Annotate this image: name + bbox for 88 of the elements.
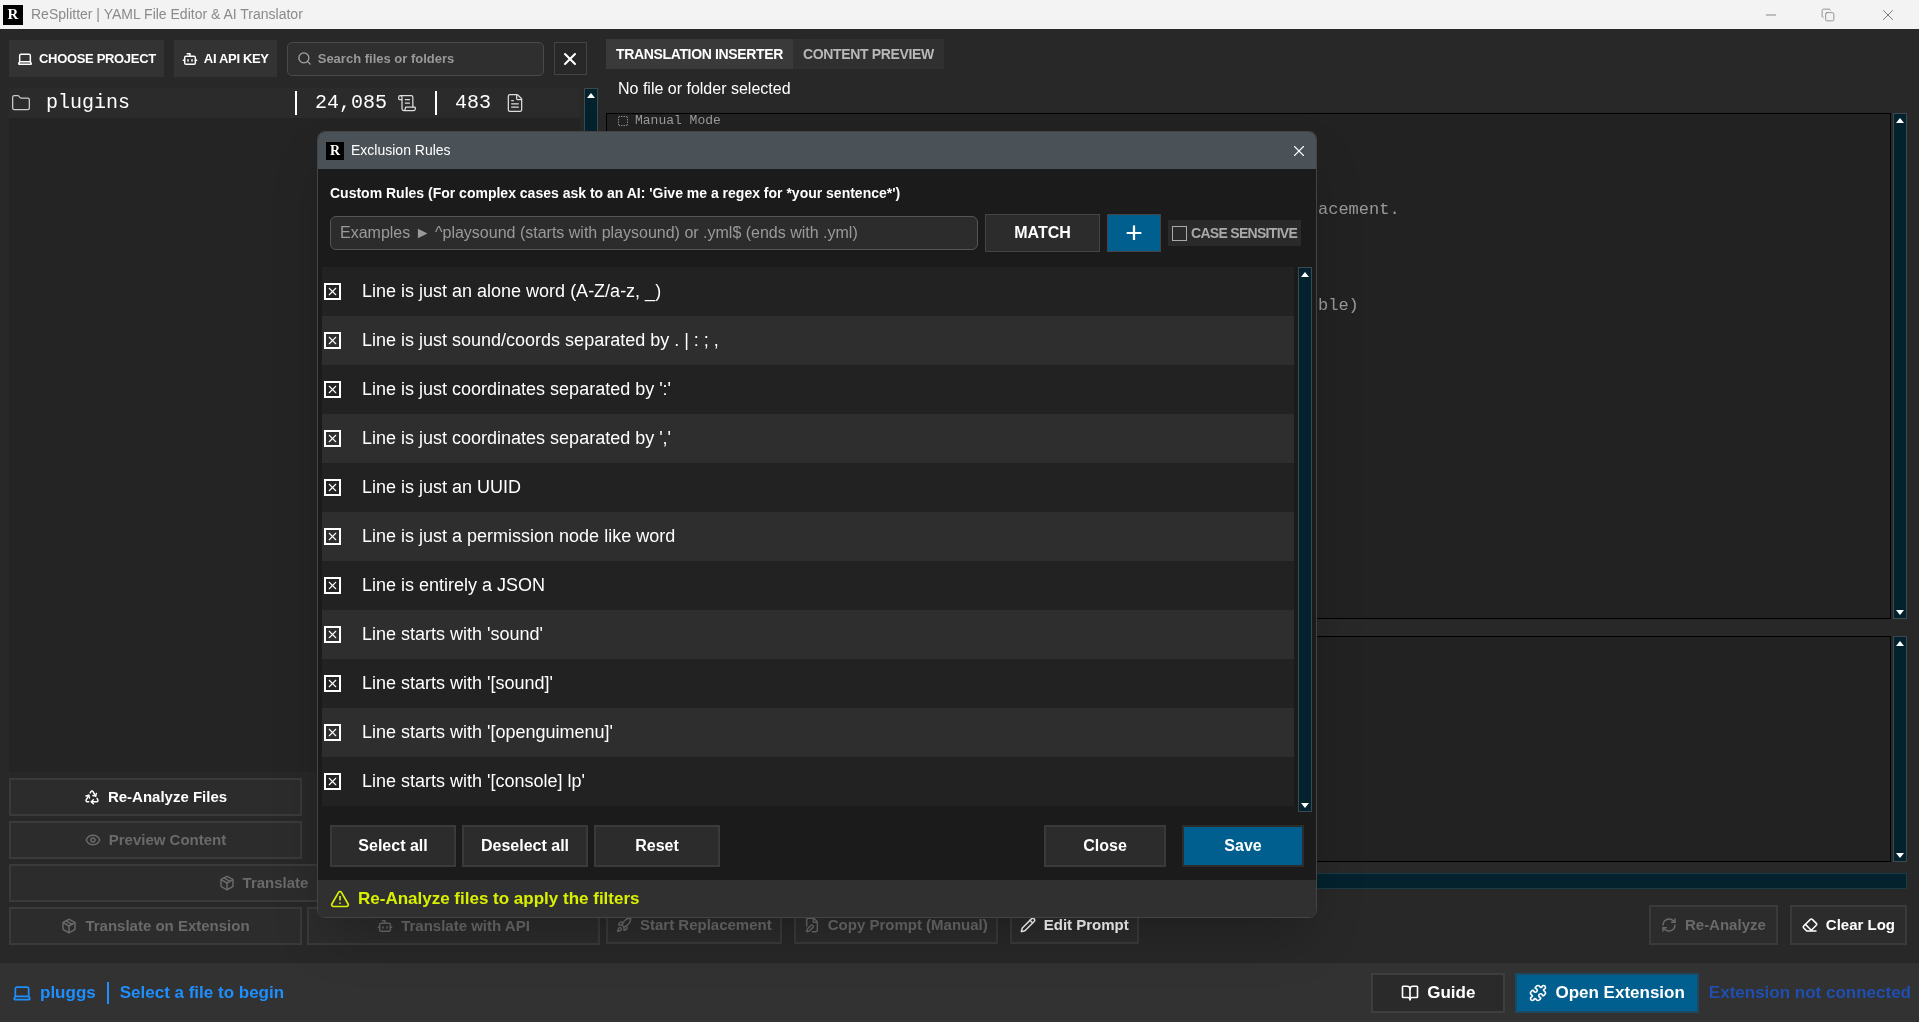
tab[interactable]: TRANSLATION INSERTER	[606, 39, 793, 69]
rule-label: Line starts with 'sound'	[362, 623, 543, 646]
rule-checkbox[interactable]	[324, 283, 341, 300]
rule-label: Line is entirely a JSON	[362, 574, 546, 597]
rule-checkbox[interactable]	[324, 332, 341, 349]
rule-label: Line is just coordinates separated by ','	[362, 427, 672, 450]
robot-icon	[181, 50, 198, 67]
eraser-icon	[1801, 917, 1818, 933]
rule-checkbox[interactable]	[324, 577, 341, 594]
mode-label: Manual Mode	[635, 114, 721, 127]
rule-row[interactable]: Line is just a permission node like word	[322, 512, 1294, 561]
pencil-icon	[1019, 917, 1036, 933]
app-logo: R	[326, 141, 344, 160]
toolbar-button[interactable]: CHOOSE PROJECT	[9, 40, 164, 77]
rule-row[interactable]: Line is just coordinates separated by ':'	[322, 365, 1294, 414]
search-field[interactable]: Search files or folders	[286, 41, 544, 76]
rule-row[interactable]: Line is just coordinates separated by ','	[322, 414, 1294, 463]
rule-row[interactable]: Line starts with '[console] lp'	[322, 757, 1294, 806]
rule-label: Line is just sound/coords separated by . | : ; ,	[362, 329, 719, 352]
folder-icon	[11, 93, 31, 113]
scrollbar[interactable]	[1298, 267, 1312, 812]
rule-label: Line starts with '[console] lp'	[362, 770, 585, 793]
rule-label: Line is just a permission node like word	[362, 525, 676, 548]
book-icon	[1401, 983, 1420, 1002]
rule-row[interactable]: Line is just sound/coords separated by . | : ; ,	[322, 316, 1294, 365]
footer-button[interactable]: Reset	[594, 825, 720, 867]
add-rule-button[interactable]: +	[1107, 214, 1161, 252]
rule-label: Line starts with '[sound]'	[362, 672, 553, 695]
clear-search-button[interactable]	[553, 42, 587, 75]
rule-label: Line starts with '[openguimenu]'	[362, 721, 613, 744]
window-title: ReSplitter | YAML File Editor & AI Translator	[31, 5, 303, 24]
file-pen-icon	[803, 917, 820, 933]
document-icon	[617, 114, 629, 127]
rule-row[interactable]: Line is just an UUID	[322, 463, 1294, 512]
action-button[interactable]: Clear Log	[1789, 905, 1907, 945]
action-button[interactable]: Re-Analyze Files	[9, 778, 302, 816]
rule-checkbox[interactable]	[324, 381, 341, 398]
search-icon	[296, 50, 312, 66]
folder-name: plugins	[46, 90, 130, 116]
rule-label: Line is just an alone word (A-Z/a-z, _)	[362, 280, 662, 304]
scrollbar[interactable]	[1893, 636, 1907, 862]
footer-button[interactable]: Select all	[330, 825, 456, 867]
rule-checkbox[interactable]	[324, 528, 341, 545]
rule-checkbox[interactable]	[324, 479, 341, 496]
rule-row[interactable]: Line starts with '[sound]'	[322, 659, 1294, 708]
pattern-field[interactable]: Examples ► ^playsound (starts with playsound) or .yml$ (ends with .yml)	[330, 216, 978, 250]
tab[interactable]: CONTENT PREVIEW	[792, 39, 944, 69]
rule-checkbox[interactable]	[324, 675, 341, 692]
rule-row[interactable]: Line is just an alone word (A-Z/a-z, _)	[322, 267, 1294, 316]
rule-checkbox[interactable]	[324, 724, 341, 741]
case-sensitive-checkbox[interactable]: CASE SENSITIVE	[1168, 220, 1302, 246]
status-button[interactable]: Guide	[1371, 972, 1506, 1013]
rule-row[interactable]: Line starts with '[openguimenu]'	[322, 708, 1294, 757]
rule-row[interactable]: Line starts with 'sound'	[322, 610, 1294, 659]
line-count: 24,085	[315, 90, 388, 116]
puzzle-icon	[1529, 983, 1548, 1002]
eye-icon	[84, 832, 101, 848]
app-logo: R	[3, 4, 23, 25]
recycle-icon	[83, 789, 100, 805]
log-text: acement.	[1318, 200, 1400, 219]
warning-icon	[330, 888, 350, 909]
toolbar-button[interactable]: AI API KEY	[173, 40, 277, 77]
scrollbar[interactable]	[1893, 113, 1907, 619]
rule-checkbox[interactable]	[324, 430, 341, 447]
scroll-icon	[397, 93, 418, 113]
package-icon	[218, 875, 235, 891]
rule-row[interactable]: Line is entirely a JSON	[322, 561, 1294, 610]
rule-label: Line is just coordinates separated by ':'	[362, 378, 672, 401]
footer-button[interactable]: Close	[1044, 825, 1166, 867]
footer-button[interactable]: Deselect all	[462, 825, 588, 867]
rule-label: Line is just an UUID	[362, 476, 522, 499]
package-icon	[61, 918, 78, 934]
custom-rules-label: Custom Rules (For complex cases ask to an AI: 'Give me a regex for *your sentence*')	[330, 184, 902, 203]
status-message: Select a file to begin	[119, 981, 285, 1004]
refresh-icon	[1660, 917, 1677, 933]
selection-status: No file or folder selected	[618, 79, 792, 99]
status-button[interactable]: Open Extension	[1515, 972, 1699, 1013]
rule-checkbox[interactable]	[324, 626, 341, 643]
log-text: ble)	[1318, 295, 1359, 315]
project-name: pluggs	[40, 981, 96, 1004]
footer-button[interactable]: Save	[1182, 825, 1304, 867]
match-button[interactable]: MATCH	[985, 214, 1100, 252]
rule-checkbox[interactable]	[324, 773, 341, 790]
rocket-icon	[616, 917, 632, 933]
file-count: 483	[455, 90, 492, 116]
dialog-title: Exclusion Rules	[351, 141, 451, 160]
robot-icon	[377, 918, 394, 934]
connection-status: Extension not connected	[1708, 981, 1911, 1004]
